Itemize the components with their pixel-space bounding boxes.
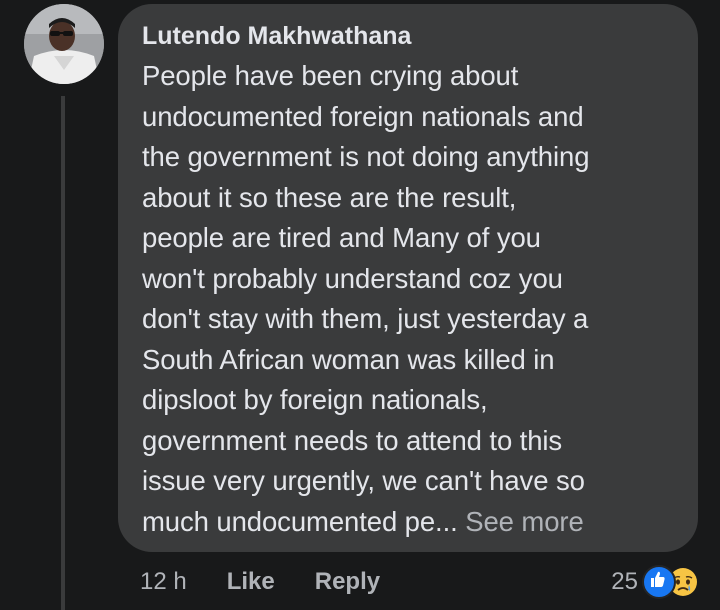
comment-line: people are tired and Many of you <box>142 222 541 253</box>
like-icon <box>642 565 676 599</box>
thread-connector-line <box>61 96 65 610</box>
profile-photo <box>24 4 104 84</box>
avatar[interactable] <box>24 4 104 84</box>
comment-line: don't stay with them, just yesterday a <box>142 303 589 334</box>
like-button[interactable]: Like <box>227 568 275 596</box>
comment-actions: 12 h Like Reply <box>140 562 420 602</box>
comment-last-line: much undocumented pe... See more <box>142 502 678 543</box>
comment-line: People have been crying about <box>142 60 519 91</box>
reply-button[interactable]: Reply <box>315 568 380 596</box>
reaction-summary[interactable]: 25 <box>611 562 698 602</box>
see-more-link[interactable]: See more <box>465 506 584 537</box>
comment-line: undocumented foreign nationals and <box>142 100 584 132</box>
comment-bubble: Lutendo Makhwathana People have been cry… <box>118 4 698 552</box>
reaction-count: 25 <box>611 568 638 595</box>
comment-author[interactable]: Lutendo Makhwathana <box>142 20 678 52</box>
comment-thread: Lutendo Makhwathana People have been cry… <box>0 0 720 610</box>
comment-line: the government is not doing anything <box>142 141 590 172</box>
comment-line: issue very urgently, we can't have so <box>142 465 585 496</box>
truncated-text: much undocumented pe... <box>142 505 458 537</box>
comment-line: about it so these are the result, <box>142 181 517 213</box>
comment-line: dipsloot by foreign nationals, <box>142 384 488 415</box>
comment-line: South African woman was killed in <box>142 343 555 375</box>
comment-timestamp[interactable]: 12 h <box>140 568 187 596</box>
comment-line: won't probably understand coz you <box>142 262 563 294</box>
comment-line: government needs to attend to this <box>142 424 563 456</box>
comment-text: People have been crying about undocument… <box>142 56 678 542</box>
